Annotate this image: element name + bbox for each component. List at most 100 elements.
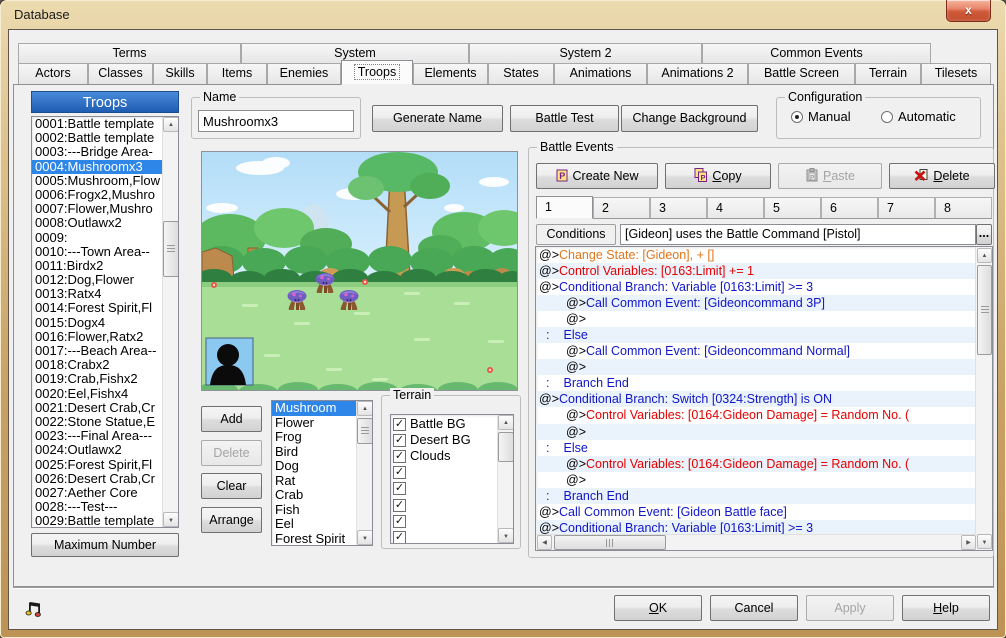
generate-name-button[interactable]: Generate Name — [372, 105, 503, 132]
event-page-tab-8[interactable]: 8 — [935, 197, 992, 218]
troop-list-item[interactable]: 0002:Battle template — [32, 131, 163, 145]
troop-list-item[interactable]: 0017:---Beach Area-- — [32, 344, 163, 358]
event-command-line[interactable]: @>Control Variables: [0164:Gideon Damage… — [536, 456, 977, 472]
checkbox-checked-icon[interactable]: ✓ — [393, 434, 406, 447]
tab-states[interactable]: States — [488, 63, 554, 84]
tab-terms[interactable]: Terms — [18, 43, 241, 64]
scroll-up-button[interactable]: ▲ — [977, 248, 992, 263]
troop-list-item[interactable]: 0015:Dogx4 — [32, 316, 163, 330]
scroll-down-button[interactable]: ▼ — [498, 528, 514, 543]
scroll-up-button[interactable]: ▲ — [163, 117, 179, 132]
scroll-down-button[interactable]: ▼ — [163, 512, 179, 527]
tab-actors[interactable]: Actors — [18, 63, 88, 84]
enemy-list-item[interactable]: Dog — [272, 459, 357, 474]
tab-elements[interactable]: Elements — [413, 63, 488, 84]
tab-enemies[interactable]: Enemies — [267, 63, 341, 84]
scroll-thumb[interactable] — [498, 432, 514, 462]
troop-list-item[interactable]: 0005:Mushroom,Flow — [32, 174, 163, 188]
troop-list-item[interactable]: 0008:Outlawx2 — [32, 216, 163, 230]
enemy-list-item[interactable]: Forest Spirit — [272, 532, 357, 546]
event-page-tab-2[interactable]: 2 — [593, 197, 650, 218]
event-command-line[interactable]: :Branch End — [536, 488, 977, 504]
cancel-button[interactable]: Cancel — [710, 595, 798, 621]
tab-skills[interactable]: Skills — [153, 63, 207, 84]
name-input[interactable] — [198, 110, 354, 132]
event-command-line[interactable]: @>Conditional Branch: Switch [0324:Stren… — [536, 391, 977, 407]
troop-list-item[interactable]: 0025:Forest Spirit,Fl — [32, 458, 163, 472]
event-command-line[interactable]: @>Change State: [Gideon], + [] — [536, 247, 977, 263]
scroll-up-button[interactable]: ▲ — [357, 401, 373, 416]
scroll-thumb[interactable] — [357, 418, 373, 444]
event-command-line[interactable]: @>Call Common Event: [Gideoncommand Norm… — [536, 343, 977, 359]
terrain-row-blank[interactable]: ✓ — [391, 497, 498, 513]
maximum-number-button[interactable]: Maximum Number — [31, 533, 179, 557]
event-command-line[interactable]: @>Call Common Event: [Gideon Battle face… — [536, 504, 977, 520]
battle-test-button[interactable]: Battle Test — [510, 105, 619, 132]
checkbox-checked-icon[interactable]: ✓ — [393, 450, 406, 463]
event-command-line[interactable]: @>Conditional Branch: Variable [0163:Lim… — [536, 279, 977, 295]
terrain-row-clouds[interactable]: ✓Clouds — [391, 448, 498, 464]
tab-troops[interactable]: Troops — [341, 60, 413, 85]
enemy-list-item[interactable]: Frog — [272, 430, 357, 445]
clear-members-button[interactable]: Clear — [201, 473, 262, 499]
troop-list-item[interactable]: 0027:Aether Core — [32, 486, 163, 500]
scroll-up-button[interactable]: ▲ — [498, 415, 514, 430]
troop-list-item[interactable]: 0001:Battle template — [32, 117, 163, 131]
troop-list-item[interactable]: 0003:---Bridge Area- — [32, 145, 163, 159]
title-bar[interactable]: Database x — [0, 0, 1006, 29]
enemy-list-item[interactable]: Eel — [272, 517, 357, 532]
event-command-line[interactable]: @>Call Common Event: [Gideoncommand 3P] — [536, 295, 977, 311]
tab-animations[interactable]: Animations — [554, 63, 647, 84]
checkbox-checked-icon[interactable]: ✓ — [393, 499, 406, 512]
event-command-line[interactable]: @>Control Variables: [0164:Gideon Damage… — [536, 407, 977, 423]
enemy-list-item[interactable]: Rat — [272, 474, 357, 489]
tab-animations-2[interactable]: Animations 2 — [647, 63, 748, 84]
copy-event-button[interactable]: P Copy — [665, 163, 771, 189]
radio-automatic[interactable]: Automatic — [881, 109, 956, 124]
troop-list-item[interactable]: 0018:Crabx2 — [32, 358, 163, 372]
change-background-button[interactable]: Change Background — [621, 105, 758, 132]
delete-member-button[interactable]: Delete — [201, 440, 262, 466]
close-button[interactable]: x — [946, 0, 991, 22]
ok-button[interactable]: OK — [614, 595, 702, 621]
enemy-list-item[interactable]: Flower — [272, 416, 357, 431]
tab-classes[interactable]: Classes — [88, 63, 153, 84]
checkbox-checked-icon[interactable]: ✓ — [393, 418, 406, 431]
terrain-row-blank[interactable]: ✓ — [391, 481, 498, 497]
tab-system-2[interactable]: System 2 — [469, 43, 702, 64]
event-command-line[interactable]: @> — [536, 472, 977, 488]
event-command-line[interactable]: :Else — [536, 440, 977, 456]
tab-battle-screen[interactable]: Battle Screen — [748, 63, 855, 84]
scroll-down-button[interactable]: ▼ — [357, 530, 373, 545]
troop-list-item[interactable]: 0009: — [32, 231, 163, 245]
enemy-list-item[interactable]: Bird — [272, 445, 357, 460]
apply-button[interactable]: Apply — [806, 595, 894, 621]
event-page-tab-7[interactable]: 7 — [878, 197, 935, 218]
troop-list-item[interactable]: 0010:---Town Area-- — [32, 245, 163, 259]
enemy-list-item[interactable]: Fish — [272, 503, 357, 518]
event-command-line[interactable]: @> — [536, 424, 977, 440]
tab-terrain[interactable]: Terrain — [855, 63, 921, 84]
troop-list-item[interactable]: 0029:Battle template — [32, 514, 163, 528]
troop-list-item[interactable]: 0013:Ratx4 — [32, 287, 163, 301]
troop-list-item[interactable]: 0012:Dog,Flower — [32, 273, 163, 287]
troop-list-item[interactable]: 0019:Crab,Fishx2 — [32, 372, 163, 386]
terrain-scrollbar[interactable]: ▲ ▼ — [497, 415, 513, 543]
enemy-list-item[interactable]: Crab — [272, 488, 357, 503]
condition-text-field[interactable]: [Gideon] uses the Battle Command [Pistol… — [620, 224, 976, 245]
condition-more-button[interactable]: ... — [976, 224, 992, 245]
scroll-thumb[interactable] — [554, 535, 666, 550]
scroll-right-button[interactable]: ▶ — [961, 535, 976, 550]
checkbox-checked-icon[interactable]: ✓ — [393, 531, 406, 544]
event-command-line[interactable]: @> — [536, 359, 977, 375]
troop-list-item[interactable]: 0026:Desert Crab,Cr — [32, 472, 163, 486]
event-command-line[interactable]: :Branch End — [536, 375, 977, 391]
troop-list-item[interactable]: 0004:Mushroomx3 — [32, 160, 163, 174]
troop-list-item[interactable]: 0011:Birdx2 — [32, 259, 163, 273]
troops-list-scrollbar[interactable]: ▲ ▼ — [162, 117, 178, 527]
checkbox-checked-icon[interactable]: ✓ — [393, 515, 406, 528]
event-command-line[interactable]: @> — [536, 311, 977, 327]
conditions-button[interactable]: Conditions — [536, 224, 616, 245]
scroll-thumb[interactable] — [163, 221, 179, 277]
tab-common-events[interactable]: Common Events — [702, 43, 931, 64]
